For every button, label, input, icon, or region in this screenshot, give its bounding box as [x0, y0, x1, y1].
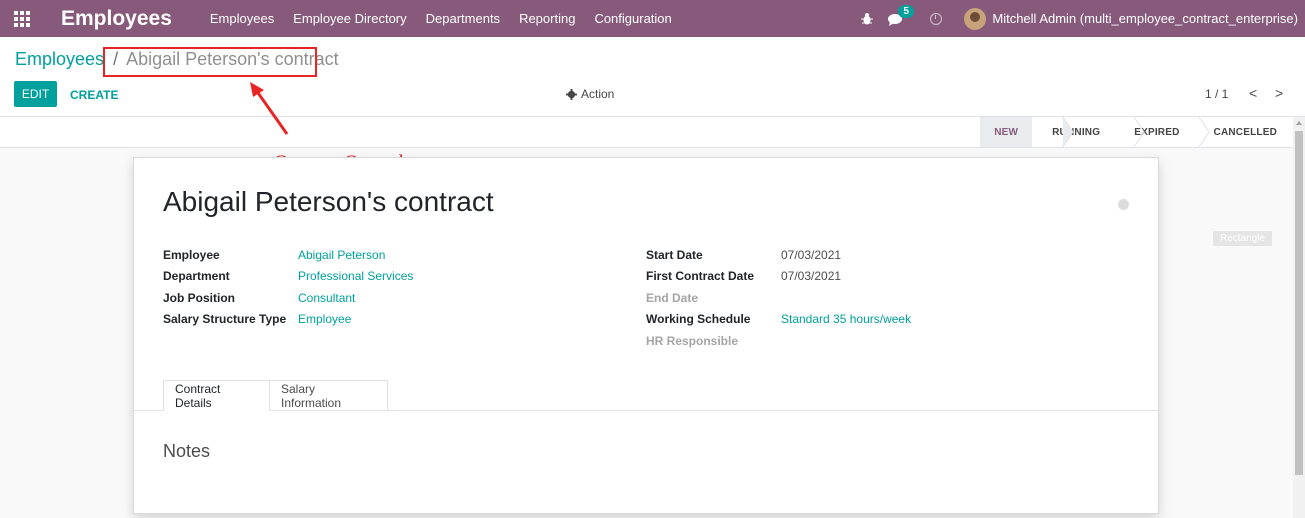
menu-item-departments[interactable]: Departments [426, 11, 500, 26]
pager-value[interactable]: 1 / 1 [1205, 87, 1228, 101]
salary-structure-type-value[interactable]: Employee [298, 312, 351, 326]
kanban-state-indicator[interactable] [1118, 199, 1129, 210]
breadcrumb-parent[interactable]: Employees [15, 49, 104, 69]
salary-structure-type-label: Salary Structure Type [163, 312, 287, 326]
status-expired[interactable]: EXPIRED [1114, 117, 1193, 147]
menu-item-employees[interactable]: Employees [210, 11, 274, 26]
menu-item-configuration[interactable]: Configuration [594, 11, 671, 26]
status-cancelled[interactable]: CANCELLED [1194, 117, 1291, 147]
job-position-label: Job Position [163, 291, 235, 305]
scroll-up-arrow-icon[interactable] [1296, 121, 1302, 125]
pager-previous-button[interactable]: < [1249, 85, 1257, 101]
first-contract-date-label: First Contract Date [646, 269, 755, 283]
notes-heading: Notes [163, 441, 211, 461]
start-date-value: 07/03/2021 [781, 248, 842, 262]
annotation-highlight-box [103, 47, 317, 77]
menu-item-reporting[interactable]: Reporting [519, 11, 575, 26]
edit-button[interactable]: EDIT [14, 81, 57, 107]
avatar[interactable] [964, 7, 987, 30]
job-position-value[interactable]: Consultant [298, 291, 355, 305]
employee-label: Employee [163, 248, 220, 262]
status-running[interactable]: RUNNING [1032, 117, 1114, 147]
action-label: Action [581, 87, 615, 101]
user-menu[interactable]: Mitchell Admin (multi_employee_contract_… [992, 11, 1298, 26]
end-date-label: End Date [646, 291, 699, 305]
action-menu-button[interactable]: Action [566, 87, 614, 101]
start-date-label: Start Date [646, 248, 703, 262]
department-label: Department [163, 269, 230, 283]
working-schedule-value[interactable]: Standard 35 hours/week [781, 312, 911, 326]
status-row: NEW RUNNING EXPIRED CANCELLED [0, 117, 1305, 148]
chat-icon[interactable]: 5 [888, 4, 914, 26]
scrollbar[interactable] [1293, 117, 1305, 518]
app-title[interactable]: Employees [61, 7, 172, 31]
working-schedule-label: Working Schedule [646, 312, 751, 326]
employee-value[interactable]: Abigail Peterson [298, 248, 385, 262]
first-contract-date-value: 07/03/2021 [781, 269, 842, 283]
pager-next-button[interactable]: > [1275, 85, 1283, 101]
create-button[interactable]: CREATE [70, 88, 118, 102]
hr-responsible-label: HR Responsible [646, 334, 739, 348]
apps-menu-icon[interactable] [4, 0, 40, 37]
clock-icon[interactable] [930, 12, 943, 25]
bug-icon[interactable] [860, 12, 874, 26]
notebook-tabs: Contract Details Salary Information [134, 380, 1158, 411]
statusbar: NEW RUNNING EXPIRED CANCELLED [980, 117, 1291, 147]
scroll-thumb[interactable] [1295, 131, 1303, 475]
contract-title[interactable]: Abigail Peterson's contract [163, 186, 494, 218]
main-menu: Employees Employee Directory Departments… [210, 11, 691, 26]
gear-icon [566, 88, 577, 100]
tab-contract-details[interactable]: Contract Details [163, 380, 270, 411]
status-new[interactable]: NEW [980, 117, 1033, 147]
tab-salary-information[interactable]: Salary Information [270, 380, 388, 411]
rectangle-badge: Rectangle [1213, 231, 1272, 246]
top-navbar: Employees Employees Employee Directory D… [0, 0, 1305, 37]
form-sheet: Abigail Peterson's contract Employee Abi… [133, 157, 1159, 514]
department-value[interactable]: Professional Services [298, 269, 413, 283]
chat-count-badge: 5 [898, 4, 914, 18]
annotation-arrow [250, 82, 289, 135]
systray: 5 Mitchell Admin (multi_employee_contrac… [860, 0, 1305, 37]
menu-item-employee-directory[interactable]: Employee Directory [293, 11, 406, 26]
